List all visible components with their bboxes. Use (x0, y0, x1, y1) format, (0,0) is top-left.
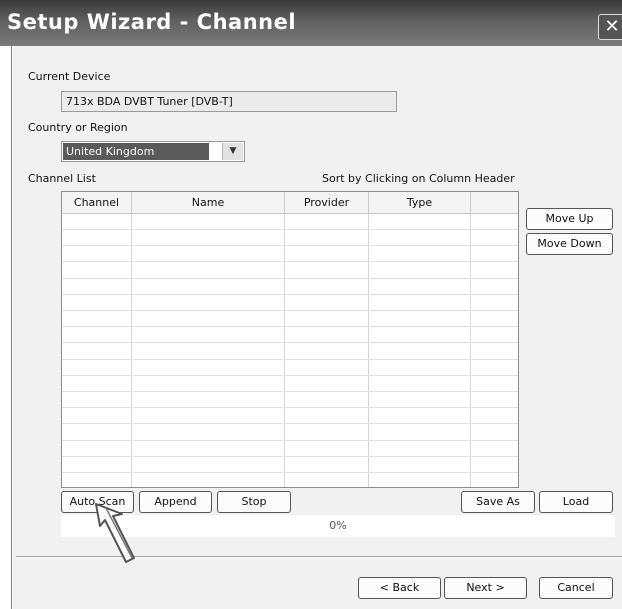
column-divider (131, 213, 132, 487)
channel-list-label: Channel List (28, 172, 96, 185)
table-row (62, 261, 518, 262)
next-button[interactable]: Next > (444, 577, 527, 599)
table-header: Channel Name Provider Type (62, 192, 518, 214)
table-row (62, 456, 518, 457)
move-up-button[interactable]: Move Up (526, 208, 613, 230)
country-selected-value: United Kingdom (63, 143, 209, 160)
load-button[interactable]: Load (539, 491, 613, 513)
table-row (62, 407, 518, 408)
column-header-provider[interactable]: Provider (285, 192, 369, 213)
table-row (62, 229, 518, 230)
table-row (62, 278, 518, 279)
mouse-cursor-icon (95, 503, 135, 563)
stop-button[interactable]: Stop (217, 491, 291, 513)
progress-label: 0% (329, 519, 347, 532)
table-row (62, 375, 518, 376)
back-button[interactable]: < Back (358, 577, 441, 599)
column-divider (470, 213, 471, 487)
current-device-field: 713x BDA DVBT Tuner [DVB-T] (61, 91, 397, 112)
current-device-label: Current Device (28, 70, 111, 83)
move-down-button[interactable]: Move Down (526, 233, 613, 255)
table-row (62, 326, 518, 327)
column-header-blank[interactable] (471, 192, 518, 213)
title-bar: Setup Wizard - Channel ✕ (0, 0, 622, 46)
country-label: Country or Region (28, 121, 128, 134)
table-row (62, 245, 518, 246)
column-divider (284, 213, 285, 487)
column-header-channel[interactable]: Channel (62, 192, 132, 213)
table-row (62, 359, 518, 360)
country-dropdown[interactable]: United Kingdom ▼ (61, 141, 245, 162)
table-row (62, 472, 518, 473)
table-row (62, 440, 518, 441)
cancel-button[interactable]: Cancel (539, 577, 613, 599)
chevron-down-icon[interactable]: ▼ (222, 143, 243, 160)
close-icon[interactable]: ✕ (598, 14, 622, 40)
column-header-name[interactable]: Name (132, 192, 285, 213)
sort-hint: Sort by Clicking on Column Header (322, 172, 515, 185)
channel-table[interactable]: Channel Name Provider Type (61, 191, 519, 488)
table-row (62, 310, 518, 311)
table-row (62, 342, 518, 343)
table-row (62, 294, 518, 295)
column-header-type[interactable]: Type (369, 192, 471, 213)
table-row (62, 391, 518, 392)
table-row (62, 423, 518, 424)
column-divider (368, 213, 369, 487)
wizard-dialog: Current Device 713x BDA DVBT Tuner [DVB-… (11, 46, 622, 609)
save-as-button[interactable]: Save As (461, 491, 535, 513)
window-title: Setup Wizard - Channel (7, 10, 297, 34)
